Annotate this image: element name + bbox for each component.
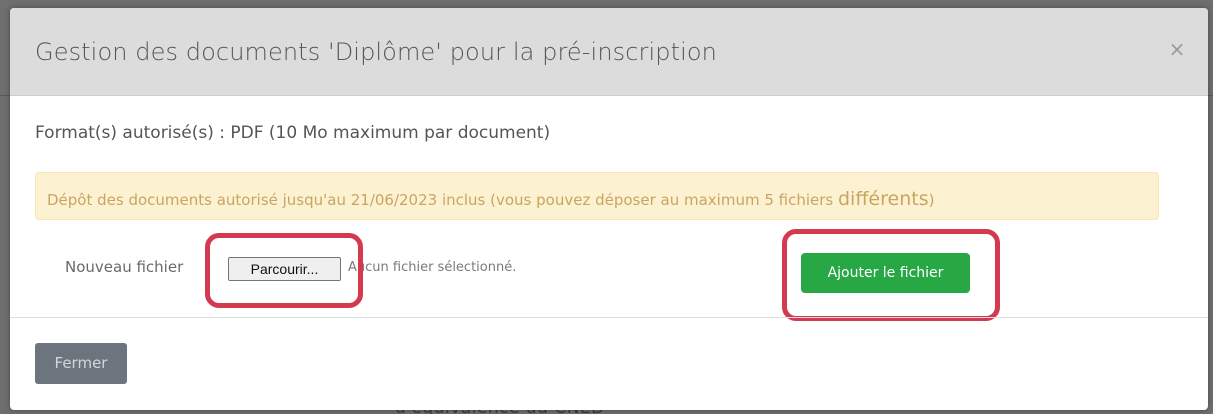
alert-text: Dépôt des documents autorisé jusqu'au 21… [47, 188, 934, 210]
modal-header: Gestion des documents 'Diplôme' pour la … [10, 8, 1208, 96]
format-info: Format(s) autorisé(s) : PDF (10 Mo maxim… [35, 123, 551, 143]
new-file-label: Nouveau fichier [65, 258, 184, 276]
background-divider [0, 95, 10, 96]
add-file-highlight-box [782, 229, 1000, 321]
background-divider [1208, 95, 1213, 96]
close-icon[interactable]: × [1168, 39, 1186, 59]
document-modal: Gestion des documents 'Diplôme' pour la … [10, 8, 1208, 410]
modal-footer: Fermer [10, 317, 1208, 410]
deadline-alert: Dépôt des documents autorisé jusqu'au 21… [35, 172, 1159, 220]
alert-text-end: ) [928, 191, 935, 209]
alert-text-emphasis: différents [838, 188, 929, 210]
modal-title: Gestion des documents 'Diplôme' pour la … [35, 38, 717, 66]
alert-text-main: Dépôt des documents autorisé jusqu'au 21… [47, 191, 838, 209]
close-button[interactable]: Fermer [35, 343, 127, 384]
browse-highlight-box [205, 233, 363, 308]
file-status-text: Aucun fichier sélectionné. [348, 260, 517, 275]
